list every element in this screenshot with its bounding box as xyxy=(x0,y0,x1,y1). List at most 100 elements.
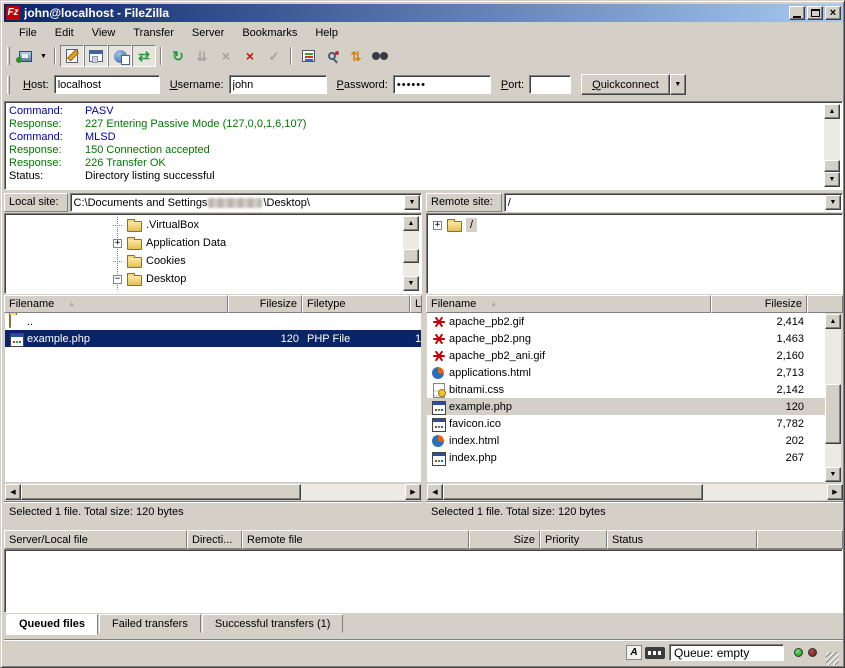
scroll-thumb[interactable] xyxy=(21,484,301,500)
disconnect-button[interactable]: × xyxy=(238,45,262,67)
toggle-local-tree-button[interactable] xyxy=(84,45,108,67)
tree-item-virtualbox[interactable]: .VirtualBox xyxy=(7,216,402,234)
file-row-example-php[interactable]: example.php 120 PHP File 1 xyxy=(5,330,421,347)
toggle-message-log-button[interactable] xyxy=(60,45,84,67)
cancel-operation-button[interactable]: × xyxy=(214,45,238,67)
scroll-thumb[interactable] xyxy=(825,384,841,444)
tree-item-cookies[interactable]: Cookies xyxy=(7,252,402,270)
menu-bookmarks[interactable]: Bookmarks xyxy=(233,25,306,41)
host-input[interactable] xyxy=(54,75,160,94)
column-size[interactable]: Size xyxy=(469,530,540,549)
menu-file[interactable]: File xyxy=(10,25,46,41)
minimize-button[interactable] xyxy=(789,6,805,20)
refresh-button[interactable]: ↻ xyxy=(166,45,190,67)
toggle-queue-button[interactable]: ⇄ xyxy=(132,45,156,67)
column-priority[interactable]: Priority xyxy=(540,530,607,549)
resize-grip[interactable] xyxy=(826,652,839,665)
column-server-local-file[interactable]: Server/Local file xyxy=(4,530,187,549)
column-filename[interactable]: Filename▲ xyxy=(426,295,711,313)
menu-server[interactable]: Server xyxy=(183,25,233,41)
file-row-example-php[interactable]: example.php 120 xyxy=(427,398,826,415)
scroll-down-button[interactable]: ▼ xyxy=(403,276,419,291)
scroll-down-button[interactable]: ▼ xyxy=(824,172,840,187)
process-queue-button[interactable]: ⇊ xyxy=(190,45,214,67)
quickconnect-button[interactable]: Quickconnect xyxy=(581,74,670,95)
menu-help[interactable]: Help xyxy=(306,25,347,41)
file-row[interactable]: applications.html 2,713 xyxy=(427,364,826,381)
expand-icon[interactable]: + xyxy=(433,221,442,230)
combo-dropdown-button[interactable]: ▼ xyxy=(404,195,420,210)
scroll-up-button[interactable]: ▲ xyxy=(824,104,840,119)
scroll-up-button[interactable]: ▲ xyxy=(403,216,419,231)
scroll-right-button[interactable]: ▶ xyxy=(405,484,421,500)
tab-queued-files[interactable]: Queued files xyxy=(6,614,98,635)
collapse-icon[interactable]: − xyxy=(113,275,122,284)
file-row-parent-dir[interactable]: .. xyxy=(5,313,421,330)
column-filename[interactable]: Filename▲ xyxy=(4,295,228,313)
expand-icon[interactable]: + xyxy=(113,239,122,248)
scroll-right-button[interactable]: ▶ xyxy=(827,484,843,500)
scroll-thumb[interactable] xyxy=(824,160,840,172)
queue-body[interactable] xyxy=(4,549,843,613)
synchronized-browsing-button[interactable]: ⇅ xyxy=(344,45,368,67)
indicator-badge-icon[interactable] xyxy=(645,647,665,659)
reconnect-button[interactable]: ✓ xyxy=(262,45,286,67)
column-last-modified[interactable]: L xyxy=(410,295,422,313)
scroll-left-button[interactable]: ◀ xyxy=(5,484,21,500)
folder-icon xyxy=(9,315,24,329)
file-row[interactable]: bitnami.css 2,142 xyxy=(427,381,826,398)
filter-button[interactable] xyxy=(296,45,320,67)
find-files-button[interactable] xyxy=(368,45,392,67)
tab-successful-transfers[interactable]: Successful transfers (1) xyxy=(202,614,344,633)
local-list-hscrollbar[interactable]: ◀ ▶ xyxy=(5,484,421,500)
directory-comparison-button[interactable] xyxy=(320,45,344,67)
scroll-left-button[interactable]: ◀ xyxy=(427,484,443,500)
username-input[interactable] xyxy=(229,75,327,94)
scroll-up-button[interactable]: ▲ xyxy=(825,314,841,329)
close-button[interactable]: × xyxy=(825,6,841,20)
remote-list-hscrollbar[interactable]: ◀ ▶ xyxy=(427,484,843,500)
file-row[interactable]: apache_pb2_ani.gif 2,160 xyxy=(427,347,826,364)
ico-file-icon xyxy=(431,417,446,431)
remote-file-list: Filename▲ Filesize apache_pb2.gif 2,414 … xyxy=(426,295,843,483)
tree-item-desktop[interactable]: − Desktop xyxy=(7,270,402,288)
menu-edit[interactable]: Edit xyxy=(46,25,83,41)
tree-item-application-data[interactable]: + Application Data xyxy=(7,234,402,252)
file-row[interactable]: index.php 267 xyxy=(427,449,826,466)
site-manager-button[interactable] xyxy=(13,45,37,67)
titlebar[interactable]: Fz john@localhost - FileZilla × xyxy=(4,4,843,22)
scroll-thumb[interactable] xyxy=(443,484,703,500)
scroll-down-button[interactable]: ▼ xyxy=(825,467,841,482)
column-filetype[interactable]: Filetype xyxy=(302,295,410,313)
datatype-ascii-icon[interactable]: A xyxy=(626,645,642,660)
remote-path-combobox[interactable]: / ▼ xyxy=(504,193,843,212)
file-row[interactable]: index.html 202 xyxy=(427,432,826,449)
site-manager-dropdown-button[interactable]: ▼ xyxy=(37,45,50,67)
log-scrollbar[interactable]: ▲ ▼ xyxy=(824,104,840,187)
file-row[interactable]: apache_pb2.gif 2,414 xyxy=(427,313,826,330)
file-row[interactable]: favicon.ico 7,782 xyxy=(427,415,826,432)
toggle-remote-tree-button[interactable] xyxy=(108,45,132,67)
maximize-button[interactable] xyxy=(807,6,823,20)
column-filesize[interactable]: Filesize xyxy=(711,295,807,313)
scroll-thumb[interactable] xyxy=(403,249,419,263)
local-list-header: Filename▲ Filesize Filetype L xyxy=(4,295,422,313)
local-path-combobox[interactable]: C:\Documents and Settings\Desktop\ ▼ xyxy=(70,193,422,212)
local-tree-scrollbar[interactable]: ▲ ▼ xyxy=(403,216,419,291)
menu-transfer[interactable]: Transfer xyxy=(124,25,183,41)
column-remote-file[interactable]: Remote file xyxy=(242,530,469,549)
file-row[interactable]: apache_pb2.png 1,463 xyxy=(427,330,826,347)
tree-item-root[interactable]: + / xyxy=(429,216,840,234)
menu-view[interactable]: View xyxy=(83,25,125,41)
message-log: Command:PASV Response:227 Entering Passi… xyxy=(4,101,843,190)
column-status[interactable]: Status xyxy=(607,530,757,549)
password-input[interactable] xyxy=(393,75,491,94)
column-direction[interactable]: Directi... xyxy=(187,530,242,549)
column-filesize[interactable]: Filesize xyxy=(228,295,302,313)
quickconnect-dropdown-button[interactable]: ▼ xyxy=(670,74,686,95)
combo-dropdown-button[interactable]: ▼ xyxy=(825,195,841,210)
tab-failed-transfers[interactable]: Failed transfers xyxy=(99,614,201,633)
port-input[interactable] xyxy=(529,75,571,94)
remote-list-scrollbar[interactable]: ▲ ▼ xyxy=(825,314,841,482)
log-line: Response:227 Entering Passive Mode (127,… xyxy=(9,118,821,131)
